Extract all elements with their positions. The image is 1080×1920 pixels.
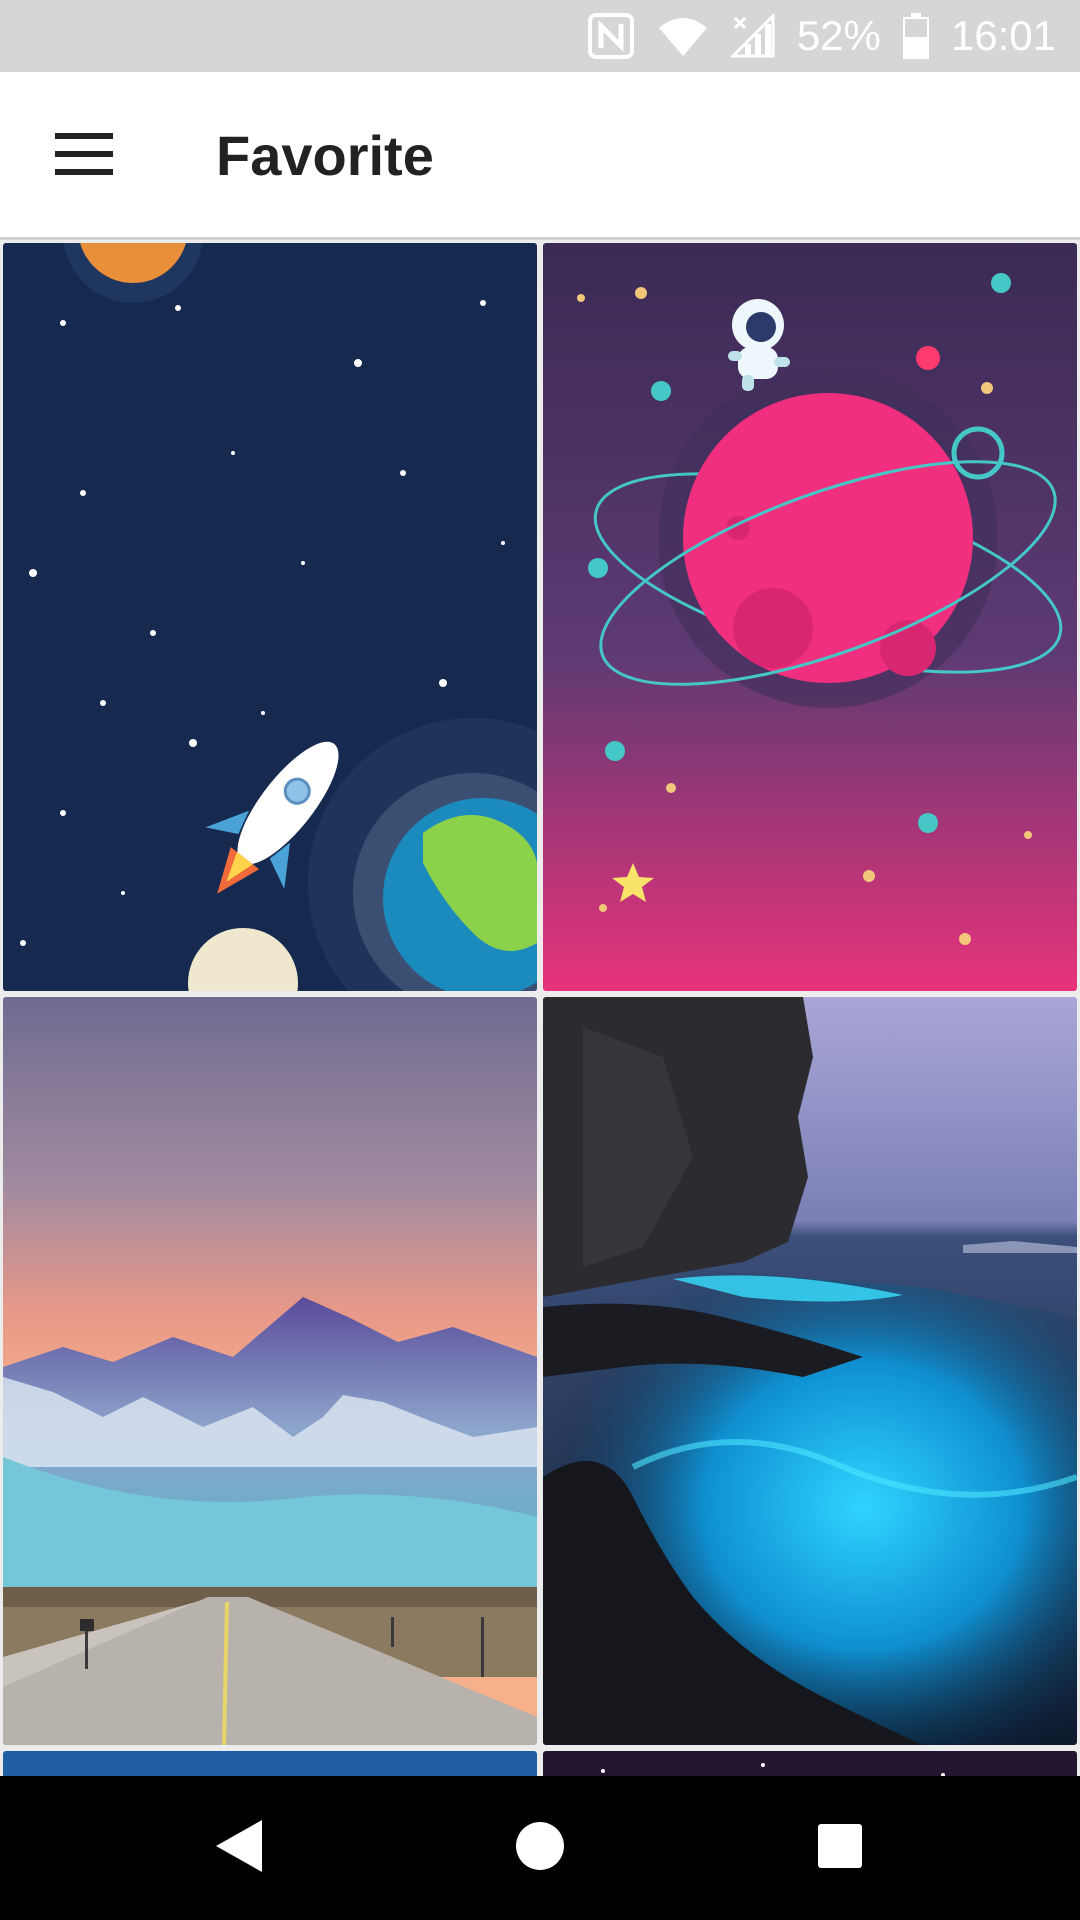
wallpaper-dark-partial[interactable] [543,1751,1077,1776]
menu-button[interactable] [40,120,128,192]
status-bar: 52% 16:01 [0,0,1080,72]
wallpaper-grid [0,240,1080,1776]
nfc-icon [587,12,635,60]
recents-icon [816,1822,864,1875]
back-button[interactable] [192,1800,288,1896]
recents-button[interactable] [792,1800,888,1896]
app-bar: Favorite [0,72,1080,240]
wallpaper-glowing-sea-cliff[interactable] [543,997,1077,1745]
wifi-icon [657,14,709,58]
wallpaper-blue-partial[interactable] [3,1751,537,1776]
home-button[interactable] [492,1800,588,1896]
back-icon [210,1816,270,1881]
wallpaper-astronaut-planet[interactable] [543,243,1077,991]
wallpaper-mountain-road[interactable] [3,997,537,1745]
home-icon [514,1820,566,1877]
battery-percent: 52% [796,12,881,59]
navigation-bar [0,1776,1080,1920]
status-icons: 52% 16:01 [587,0,1056,72]
signal-icon [730,14,775,58]
hamburger-menu-icon [55,132,113,180]
page-title: Favorite [216,124,434,187]
wallpaper-rocket-space[interactable] [3,243,537,991]
clock: 16:01 [950,12,1056,59]
battery-icon [902,13,929,59]
